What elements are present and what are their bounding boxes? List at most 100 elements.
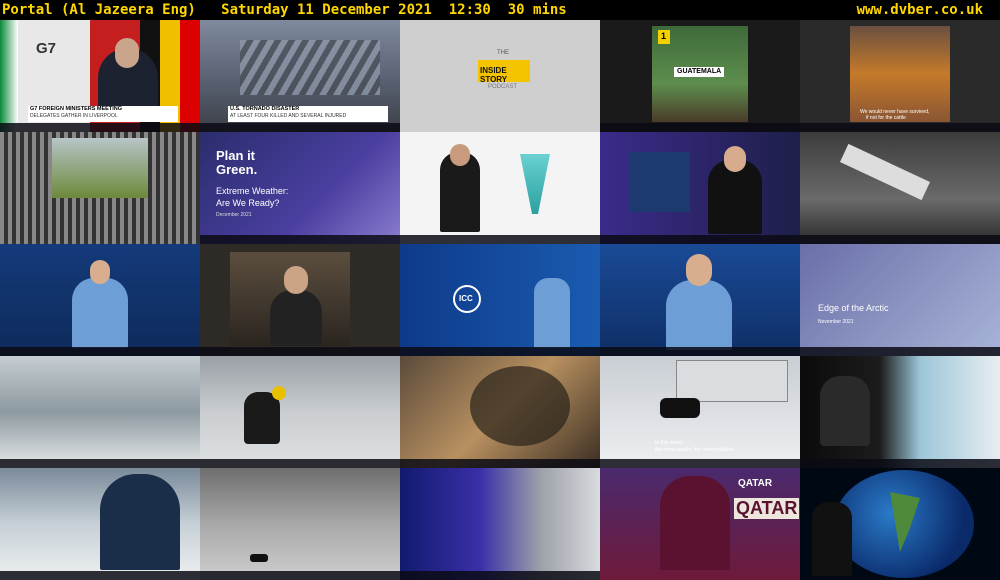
ticker-strip — [800, 235, 1000, 244]
plan-it-line: Plan it — [216, 148, 256, 163]
episode-date: December 2021 — [216, 212, 252, 218]
thumbnail-r4c3[interactable] — [400, 356, 600, 468]
flag-decor — [0, 20, 18, 132]
thumbnail-grid: G7 G7 FOREIGN MINISTERS MEETING DELEGATE… — [0, 20, 1000, 580]
ticker-strip — [0, 459, 200, 468]
programme-title: Portal (Al Jazeera Eng) Saturday 11 Dece… — [2, 2, 567, 18]
location-label: GUATEMALA — [674, 67, 724, 77]
tornado-graphic — [520, 154, 550, 214]
thumbnail-r3c4[interactable] — [600, 244, 800, 356]
presenter-figure — [812, 502, 852, 576]
ticker-strip — [200, 571, 400, 580]
thumbnail-r3c1[interactable] — [0, 244, 200, 356]
ticker-strip — [800, 347, 1000, 356]
vehicle-interior — [470, 366, 570, 446]
ice-fisher-figure — [244, 392, 280, 444]
thumbnail-r1c5[interactable]: We would never have survived, if not for… — [800, 20, 1000, 132]
hooded-figure — [100, 474, 180, 570]
episode-title: Edge of the Arctic — [818, 303, 889, 313]
presenter-figure — [534, 278, 570, 348]
distant-vehicle — [250, 554, 268, 562]
caption-line-2: DELEGATES GATHER IN LIVERPOOL — [30, 113, 118, 119]
guest-figure — [270, 290, 322, 346]
ticker-strip — [200, 123, 400, 132]
driver-figure — [820, 376, 870, 446]
thumbnail-r2c1[interactable] — [0, 132, 200, 244]
presenter-head — [450, 144, 470, 166]
caption-box: G7 FOREIGN MINISTERS MEETING DELEGATES G… — [28, 106, 178, 122]
truck-shape — [676, 360, 788, 402]
subtitle-line-1: In this world, — [655, 440, 684, 446]
ticker-strip — [400, 459, 600, 468]
presenter-head — [90, 260, 110, 284]
hat-shape — [272, 386, 286, 400]
caption-line-1: U.S. TORNADO DISASTER — [230, 106, 300, 112]
caption-line-2: AT LEAST FOUR KILLED AND SEVERAL INJURED — [230, 113, 347, 119]
header-bar: Portal (Al Jazeera Eng) Saturday 11 Dece… — [0, 0, 1000, 20]
aircraft-shape — [839, 143, 931, 201]
thumbnail-r5c4[interactable]: QATAR QATAR — [600, 468, 800, 580]
ticker-strip — [800, 459, 1000, 468]
thumbnail-r5c1[interactable] — [0, 468, 200, 580]
subtitle-line-2: if not for the cattle — [866, 115, 906, 121]
thumbnail-r1c4[interactable]: 1 GUATEMALA — [600, 20, 800, 132]
thumbnail-r3c3[interactable]: ICC — [400, 244, 600, 356]
ticker-strip — [800, 123, 1000, 132]
field-scene — [52, 138, 148, 198]
qatar-logo-small: QATAR — [738, 478, 773, 489]
thumbnail-r5c5[interactable] — [800, 468, 1000, 580]
icc-text: ICC — [459, 294, 473, 303]
thumbnail-r3c2[interactable] — [200, 244, 400, 356]
caption-line-1: G7 FOREIGN MINISTERS MEETING — [30, 106, 122, 112]
episode-title-1: Extreme Weather: — [216, 186, 289, 196]
ticker-strip — [0, 123, 200, 132]
presenter-figure — [72, 278, 128, 348]
episode-date: November 2021 — [818, 319, 854, 325]
thumbnail-r2c4[interactable] — [600, 132, 800, 244]
badge-number: 1 — [661, 31, 667, 41]
thumbnail-r1c2[interactable]: U.S. TORNADO DISASTER AT LEAST FOUR KILL… — [200, 20, 400, 132]
video-wall — [630, 152, 690, 212]
g7-logo: G7 — [36, 40, 57, 57]
podcast-word-the: THE — [497, 50, 509, 56]
thumbnail-r4c4[interactable]: In this world, the more people, the more… — [600, 356, 800, 468]
cabin-crew-figure — [660, 476, 730, 570]
qatar-logo-large: QATAR — [734, 498, 800, 519]
speaker-head — [115, 38, 139, 68]
subtitle-line-2: the more people, the more pollution. — [655, 447, 736, 453]
thumbnail-r4c1[interactable] — [0, 356, 200, 468]
thumbnail-r2c5[interactable] — [800, 132, 1000, 244]
thumbnail-r1c3[interactable]: THE INSIDE STORY PODCAST — [400, 20, 600, 132]
anchor-head — [724, 146, 746, 172]
ticker-strip — [400, 235, 600, 244]
guest-head — [284, 266, 308, 294]
ticker-strip — [0, 571, 200, 580]
woman-scene — [850, 26, 950, 122]
episode-title-2: Are We Ready? — [216, 198, 280, 208]
ticker-strip — [600, 347, 800, 356]
thumbnail-r3c5[interactable]: Edge of the Arctic November 2021 — [800, 244, 1000, 356]
thumbnail-r5c3[interactable] — [400, 468, 600, 580]
ticker-strip — [200, 235, 400, 244]
thumbnail-r2c3[interactable] — [400, 132, 600, 244]
presenter-figure — [666, 280, 732, 350]
site-link[interactable]: www.dvber.co.uk — [857, 0, 983, 20]
ticker-strip — [0, 347, 200, 356]
thumbnail-r1c1[interactable]: G7 G7 FOREIGN MINISTERS MEETING DELEGATE… — [0, 20, 200, 132]
ticker-strip — [200, 347, 400, 356]
snowmobile-shape — [660, 398, 700, 418]
episode-badge: 1 — [658, 30, 670, 44]
inside-story-logo: INSIDE STORY — [478, 60, 530, 84]
inside-story-text: INSIDE STORY — [480, 66, 508, 84]
caption-box: U.S. TORNADO DISASTER AT LEAST FOUR KILL… — [228, 106, 388, 122]
podcast-label: PODCAST — [488, 84, 518, 90]
thumbnail-r5c2[interactable] — [200, 468, 400, 580]
thumbnail-r2c2[interactable]: Plan it Green. Extreme Weather: Are We R… — [200, 132, 400, 244]
green-line: Green. — [216, 162, 258, 177]
location-text: GUATEMALA — [677, 68, 722, 75]
ticker-strip — [200, 459, 400, 468]
icc-logo: ICC — [453, 285, 481, 313]
thumbnail-r4c2[interactable] — [200, 356, 400, 468]
debris-scene — [240, 40, 380, 95]
thumbnail-r4c5[interactable] — [800, 356, 1000, 468]
